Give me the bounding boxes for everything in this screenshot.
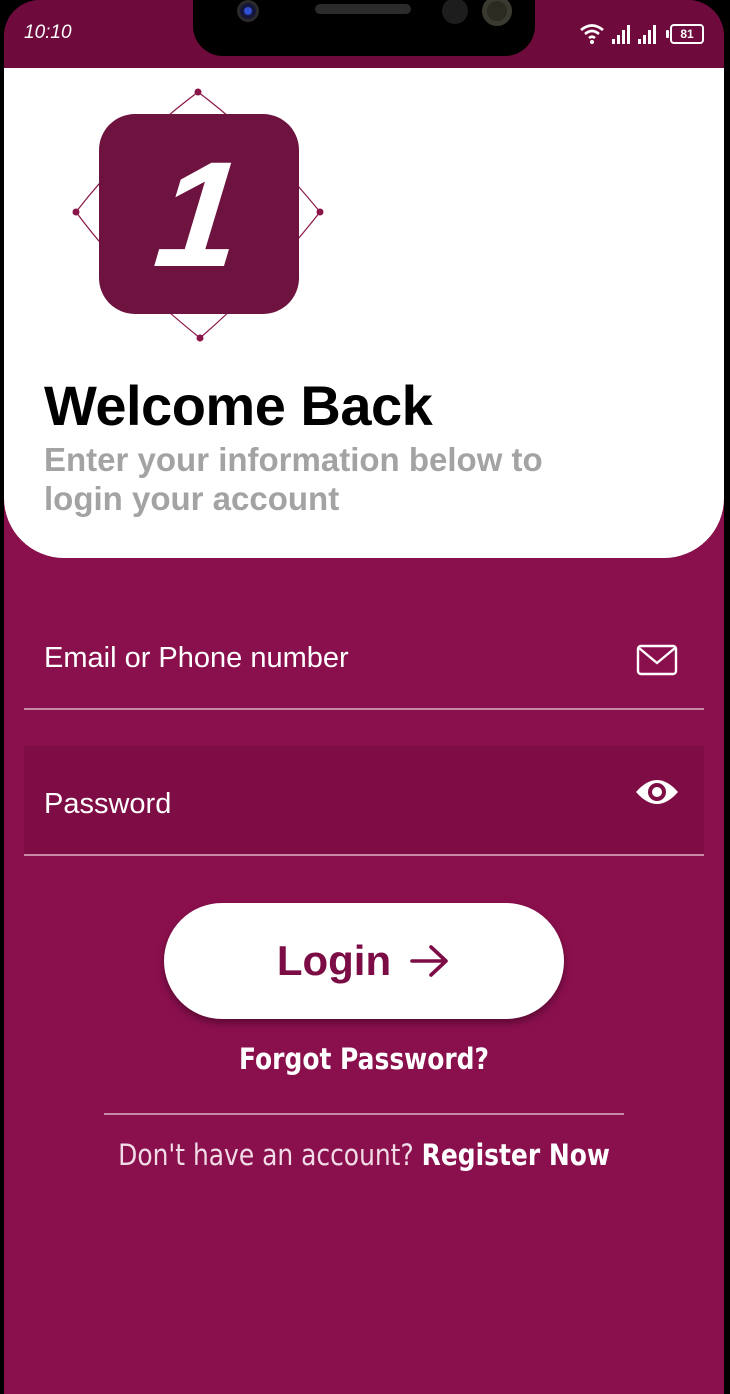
email-field-label: Email or Phone number: [44, 642, 349, 674]
speaker-grille: [315, 4, 411, 14]
signal-icon-sim2: [638, 24, 656, 44]
eye-icon[interactable]: [634, 776, 680, 808]
front-camera-icon: [482, 0, 512, 26]
login-button[interactable]: Login: [164, 903, 564, 1019]
page-title: Welcome Back: [44, 374, 433, 437]
status-bar: 10:10 81: [4, 0, 724, 70]
forgot-password-link[interactable]: Forgot Password?: [54, 1042, 673, 1076]
app-screen: 10:10 81 1 Welcome Back Enter your infor…: [4, 0, 724, 1394]
register-row: Don't have an account? Register Now: [54, 1138, 673, 1172]
status-icons: 81: [580, 22, 704, 44]
status-time: 10:10: [24, 22, 72, 43]
mail-icon: [636, 644, 678, 676]
register-now-link[interactable]: Register Now: [422, 1138, 610, 1172]
password-field-label: Password: [44, 788, 172, 820]
password-field[interactable]: Password: [24, 746, 704, 856]
divider: [104, 1113, 624, 1115]
camera-notch: [193, 0, 535, 56]
logo-square: 1: [99, 114, 299, 314]
login-button-label: Login: [276, 937, 392, 984]
header-card: 1 Welcome Back Enter your information be…: [4, 68, 724, 558]
page-subtitle: Enter your information below to login yo…: [44, 441, 543, 517]
email-field[interactable]: Email or Phone number: [24, 610, 704, 710]
wifi-icon: [580, 24, 604, 44]
app-logo: 1: [70, 88, 326, 344]
battery-icon: 81: [666, 24, 704, 44]
proximity-sensor: [442, 0, 468, 24]
logo-digit: 1: [148, 130, 250, 298]
camera-icon: [237, 0, 259, 22]
arrow-right-icon: [410, 945, 448, 977]
register-prompt: Don't have an account?: [118, 1138, 414, 1172]
signal-icon-sim1: [612, 24, 630, 44]
